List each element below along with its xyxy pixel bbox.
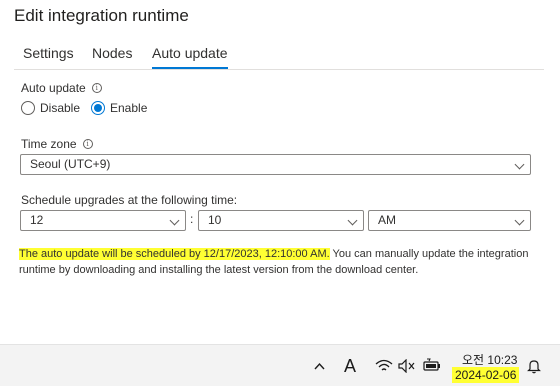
chevron-up-icon[interactable] (314, 362, 325, 370)
tab-settings[interactable]: Settings (23, 45, 74, 61)
chevron-down-icon (514, 159, 525, 170)
period-value: AM (378, 213, 396, 227)
speaker-muted-icon[interactable] (398, 359, 416, 373)
auto-update-label-text: Auto update (21, 81, 86, 95)
schedule-label: Schedule upgrades at the following time: (21, 193, 238, 207)
wifi-icon[interactable] (375, 359, 393, 373)
scheduled-time-highlight: The auto update will be scheduled by 12/… (19, 248, 330, 260)
radio-disable-circle[interactable] (21, 101, 35, 115)
time-separator: : (190, 212, 194, 226)
taskbar: A 오전 10:23 2024-02-06 (0, 344, 560, 386)
radio-disable-label: Disable (40, 101, 81, 115)
time-zone-select[interactable]: Seoul (UTC+9) (20, 154, 531, 175)
info-icon[interactable]: i (82, 139, 93, 149)
chevron-down-icon (169, 215, 180, 226)
radio-enable-label: Enable (110, 101, 148, 115)
chevron-down-icon (514, 215, 525, 226)
auto-update-label: Auto update i (21, 81, 102, 95)
radio-enable-circle[interactable] (91, 101, 105, 115)
tab-bar: Settings Nodes Auto update (14, 40, 544, 70)
radio-enable[interactable]: Enable (91, 101, 147, 115)
info-icon[interactable]: i (91, 83, 102, 93)
clock-date[interactable]: 2024-02-06 (452, 367, 520, 383)
font-icon[interactable]: A (344, 356, 356, 377)
radio-disable[interactable]: Disable (21, 101, 80, 115)
tab-nodes[interactable]: Nodes (92, 45, 132, 61)
time-zone-label-text: Time zone (21, 137, 77, 151)
hour-select[interactable]: 12 (20, 210, 186, 231)
period-select[interactable]: AM (368, 210, 531, 231)
battery-icon[interactable] (423, 358, 441, 372)
time-zone-label: Time zone i (21, 137, 93, 151)
minute-select[interactable]: 10 (198, 210, 364, 231)
tab-auto-update[interactable]: Auto update (152, 45, 228, 69)
dialog-title: Edit integration runtime (14, 6, 189, 25)
hour-value: 12 (30, 213, 44, 227)
clock-time[interactable]: 오전 10:23 (462, 351, 517, 368)
minute-value: 10 (208, 213, 222, 227)
time-zone-value: Seoul (UTC+9) (30, 157, 111, 171)
bell-icon[interactable] (527, 359, 541, 374)
chevron-down-icon (347, 215, 358, 226)
schedule-message: The auto update will be scheduled by 12/… (19, 246, 539, 278)
